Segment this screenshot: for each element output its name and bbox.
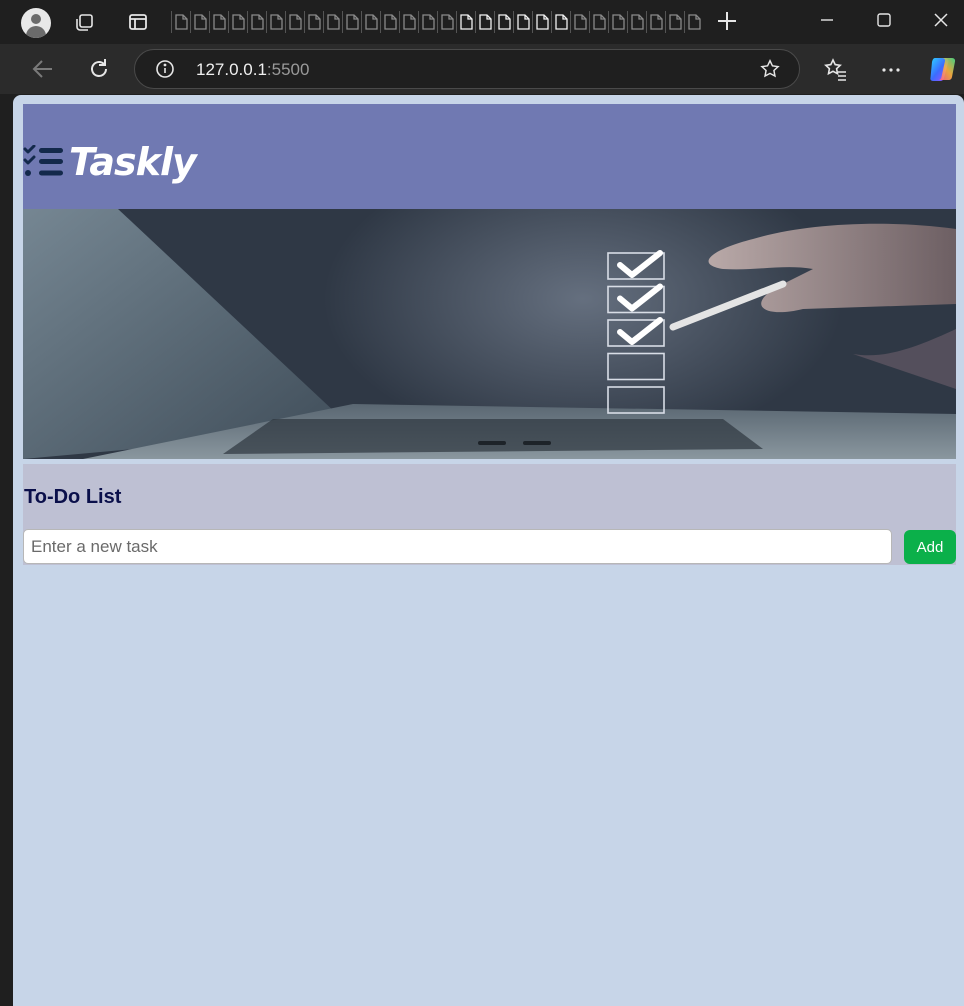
workspaces-icon[interactable] [73,10,97,34]
page-icon [688,14,701,30]
browser-tab[interactable] [475,11,495,33]
page-icon [270,14,283,30]
new-tab-button[interactable] [716,10,738,32]
copilot-icon[interactable] [928,54,958,84]
browser-tab[interactable] [456,11,476,33]
browser-tab[interactable] [209,11,229,33]
browser-tab[interactable] [570,11,590,33]
page-icon [365,14,378,30]
address-bar[interactable]: 127.0.0.1:5500 [134,49,800,89]
page-icon [194,14,207,30]
add-task-button[interactable]: Add [904,530,956,564]
page-icon [460,14,473,30]
browser-tab[interactable] [589,11,609,33]
reload-icon[interactable] [86,56,112,82]
browser-tab[interactable] [361,11,381,33]
page-icon [422,14,435,30]
new-task-input[interactable] [23,529,892,564]
page-icon [498,14,511,30]
page-icon [289,14,302,30]
maximize-button[interactable] [872,8,896,32]
page-icon [346,14,359,30]
page-viewport: Taskly To-Do List Enter a new task Add [13,95,964,1006]
more-icon[interactable] [878,57,904,83]
browser-tab[interactable] [171,11,191,33]
todo-title: To-Do List [24,486,122,508]
url-text[interactable]: 127.0.0.1:5500 [196,60,309,80]
browser-tab[interactable] [285,11,305,33]
browser-tab[interactable] [228,11,248,33]
browser-tab[interactable] [532,11,552,33]
page-icon [631,14,644,30]
browser-tab[interactable] [380,11,400,33]
browser-tab[interactable] [551,11,571,33]
page-icon [479,14,492,30]
browser-tab[interactable] [266,11,286,33]
page-icon [441,14,454,30]
page-icon [232,14,245,30]
profile-icon[interactable] [21,8,51,38]
browser-tab[interactable] [513,11,533,33]
browser-tab[interactable] [665,11,685,33]
page-icon [403,14,416,30]
minimize-button[interactable] [815,8,839,32]
tab-actions-icon[interactable] [126,10,150,34]
browser-toolbar: 127.0.0.1:5500 [0,44,964,94]
browser-tab[interactable] [342,11,362,33]
back-arrow-icon[interactable] [30,56,56,82]
page-icon [308,14,321,30]
browser-tab[interactable] [494,11,514,33]
browser-tab[interactable] [399,11,419,33]
url-port: :5500 [266,60,310,79]
favorites-icon[interactable] [823,57,849,83]
browser-tab[interactable] [627,11,647,33]
page-icon [593,14,606,30]
browser-tab[interactable] [684,11,704,33]
page-icon [669,14,682,30]
star-icon[interactable] [759,58,781,80]
page-icon [213,14,226,30]
page-icon [536,14,549,30]
page-icon [327,14,340,30]
page-icon [574,14,587,30]
browser-tab[interactable] [646,11,666,33]
browser-tab[interactable] [418,11,438,33]
page-icon [384,14,397,30]
page-icon [517,14,530,30]
page-icon [650,14,663,30]
tab-strip [171,11,701,35]
browser-tab[interactable] [190,11,210,33]
browser-tab[interactable] [304,11,324,33]
checklist-icon [23,144,65,179]
url-host: 127.0.0.1 [196,60,267,79]
page-icon [175,14,188,30]
page-icon [612,14,625,30]
browser-tab[interactable] [323,11,343,33]
browser-tab[interactable] [247,11,267,33]
todo-section: To-Do List Add [23,464,956,565]
hero-image [23,209,956,459]
info-icon[interactable] [155,59,175,79]
close-window-button[interactable] [929,8,953,32]
page-icon [251,14,264,30]
browser-tab[interactable] [437,11,457,33]
browser-titlebar [0,0,964,44]
page-icon [555,14,568,30]
app-header: Taskly [23,104,956,209]
brand-name: Taskly [69,140,197,184]
browser-tab[interactable] [608,11,628,33]
